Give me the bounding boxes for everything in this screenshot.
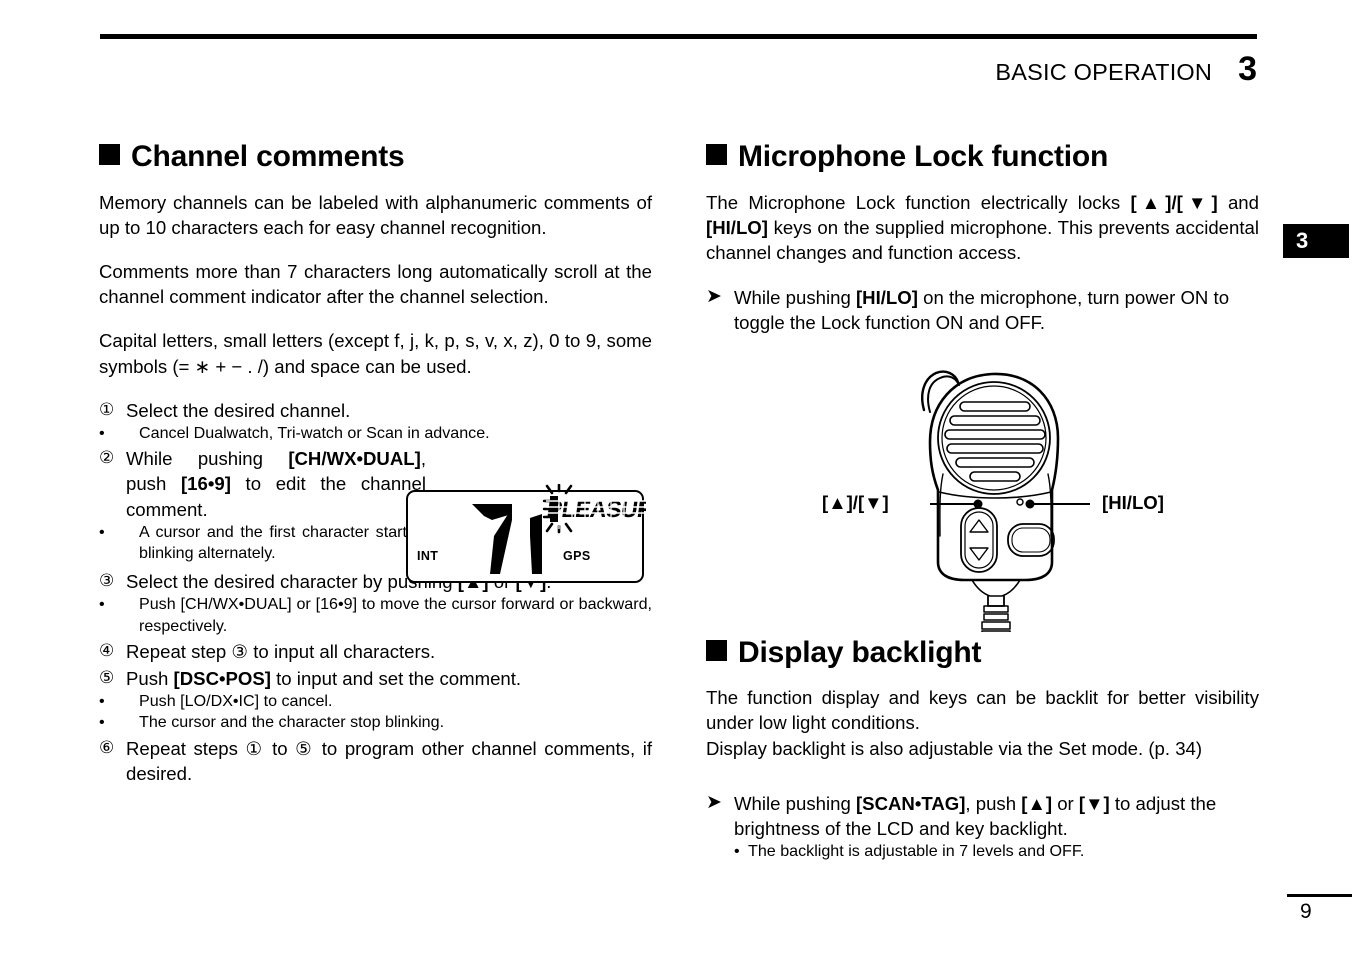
- paragraph-backlight-1: The function display and keys can be bac…: [706, 687, 1259, 734]
- header-rule: [100, 34, 1257, 39]
- step-1-number: ①: [99, 399, 115, 419]
- microphone-figure: [▲]/[▼] [HI/LO]: [812, 366, 1212, 639]
- section-heading-microphone-lock: Microphone Lock function: [706, 140, 1259, 174]
- instruction-mic-lock: ➤ While pushing [HI/LO] on the microphone…: [706, 285, 1259, 335]
- lcd-label-gps: GPS: [563, 549, 591, 563]
- mic-lock-text-c: keys on the supplied microphone. This pr…: [706, 216, 1259, 263]
- mic-lock-key-updown: [▲]/[▼]: [1130, 191, 1218, 213]
- square-bullet-icon: [99, 144, 120, 165]
- instruction-mic-lock-text-a: While pushing: [734, 287, 856, 309]
- instruction-backlight-bullet: • The backlight is adjustable in 7 levels…: [706, 841, 1259, 862]
- paragraph-scroll-comments: Comments more than 7 characters long aut…: [99, 260, 652, 308]
- step-2-text-a: While pushing: [126, 448, 289, 470]
- step-4: ④ Repeat step ③ to input all characters.: [99, 639, 652, 664]
- step-5-bullet-1-text: Push [LO/DX•IC] to cancel.: [139, 692, 333, 711]
- step-5-bullet-2: • The cursor and the character stop blink…: [99, 712, 652, 733]
- step-3-bullet-1: • Push [CH/WX•DUAL] or [16•9] to move the…: [99, 594, 652, 636]
- callout-dot-hilo: [1025, 499, 1035, 509]
- square-bullet-icon: [706, 144, 727, 165]
- arrow-icon: ➤: [706, 791, 722, 813]
- lcd-channel-comment: PLEASUR: [546, 495, 646, 529]
- section-heading-display-backlight: Display backlight: [706, 636, 1259, 670]
- mic-lock-text-b: and: [1217, 191, 1259, 213]
- instruction-backlight-text-b: , push: [965, 792, 1022, 814]
- step-4-number: ④: [99, 640, 115, 660]
- paragraph-backlight-2: Display backlight is also adjustable via…: [706, 737, 1203, 759]
- section-heading-channel-comments: Channel comments: [99, 140, 652, 174]
- chapter-side-tab: 3: [1283, 224, 1349, 258]
- bullet-dot-icon: •: [99, 522, 105, 541]
- instruction-backlight-text-c: or: [1052, 792, 1079, 814]
- step-2-key-chwx-dual: [CH/WX•DUAL]: [288, 448, 421, 470]
- instruction-backlight-key-scan-tag: [SCAN•TAG]: [855, 792, 966, 814]
- step-5-bullet-1: • Push [LO/DX•IC] to cancel.: [99, 691, 652, 712]
- instruction-backlight: ➤ While pushing [SCAN•TAG], push [▲] or […: [706, 791, 1259, 841]
- step-3-number: ③: [99, 571, 115, 591]
- mic-lock-text-a: The Microphone Lock function electricall…: [706, 191, 1131, 213]
- step-1: ① Select the desired channel.: [99, 398, 652, 423]
- paragraph-mic-lock-description: The Microphone Lock function electricall…: [706, 190, 1259, 266]
- bullet-dot-icon: •: [734, 842, 740, 861]
- step-1-text: Select the desired channel.: [126, 399, 351, 421]
- section-heading-text: Microphone Lock function: [738, 140, 1109, 173]
- header-title: BASIC OPERATION: [995, 59, 1213, 85]
- step-1-bullet-1: • Cancel Dualwatch, Tri-watch or Scan in …: [99, 423, 652, 444]
- instruction-backlight-bullet-text: The backlight is adjustable in 7 levels …: [748, 842, 1085, 861]
- paragraph-memory-channels: Memory channels can be labeled with alph…: [99, 191, 652, 238]
- bullet-dot-icon: •: [99, 692, 105, 711]
- bullet-dot-icon: •: [99, 713, 105, 732]
- left-column: Channel comments Memory channels can be …: [99, 140, 652, 786]
- procedure-list: ① Select the desired channel. • Cancel Du…: [99, 398, 652, 786]
- instruction-backlight-key-up: [▲]: [1021, 792, 1053, 814]
- lcd-comment-text: PLEASUR: [546, 496, 646, 522]
- mic-figure-label-updown: [▲]/[▼]: [822, 492, 889, 513]
- step-5-text-b: to input and set the comment.: [270, 668, 522, 690]
- bullet-dot-icon: •: [99, 595, 105, 614]
- section-heading-text: Display backlight: [738, 635, 982, 669]
- step-5-key-dsc-pos: [DSC•POS]: [173, 668, 271, 690]
- lcd-display-figure: INT GPS PLEASUR: [406, 484, 646, 583]
- instruction-mic-lock-key: [HI/LO]: [855, 287, 918, 309]
- manual-page: BASIC OPERATION 3 3 Channel comments Mem…: [0, 0, 1352, 954]
- step-2: ② While pushing [CH/WX•DUAL], push [16•9…: [99, 446, 426, 522]
- step-3-bullet-1-text: Push [CH/WX•DUAL] or [16•9] to move the …: [139, 595, 652, 635]
- paragraph-allowed-characters: Capital letters, small letters (except f…: [99, 330, 652, 377]
- instruction-backlight-text-a: While pushing: [734, 792, 856, 814]
- callout-dot-updown: [973, 499, 983, 509]
- step-6-number: ⑥: [99, 737, 115, 757]
- step-2-bullet-1-text: A cursor and the first character start b…: [139, 522, 407, 562]
- footer-rule: [1287, 894, 1352, 897]
- lcd-label-int: INT: [417, 549, 439, 563]
- step-5-number: ⑤: [99, 668, 115, 688]
- bullet-dot-icon: •: [99, 423, 105, 442]
- header-chapter-number: 3: [1238, 50, 1257, 88]
- step-6-text: Repeat steps ① to ⑤ to program other cha…: [126, 737, 652, 784]
- step-5-text-a: Push: [126, 668, 174, 690]
- page-number: 9: [1300, 900, 1312, 923]
- step-4-text: Repeat step ③ to input all characters.: [126, 640, 436, 662]
- page-header: BASIC OPERATION 3: [700, 52, 1257, 86]
- step-5-bullet-2-text: The cursor and the character stop blinki…: [139, 713, 445, 732]
- step-6: ⑥ Repeat steps ① to ⑤ to program other c…: [99, 736, 652, 786]
- step-2-key-16-9: [16•9]: [180, 473, 231, 495]
- step-5: ⑤ Push [DSC•POS] to input and set the co…: [99, 666, 652, 691]
- square-bullet-icon: [706, 639, 727, 661]
- mic-lock-key-hilo: [HI/LO]: [706, 216, 768, 238]
- instruction-backlight-key-down: [▼]: [1078, 792, 1110, 814]
- section-heading-text: Channel comments: [131, 140, 405, 173]
- arrow-icon: ➤: [706, 286, 722, 308]
- mic-figure-label-hilo: [HI/LO]: [1102, 492, 1164, 513]
- step-1-bullet-1-text: Cancel Dualwatch, Tri-watch or Scan in a…: [139, 423, 490, 442]
- step-2-bullet-1: • A cursor and the first character start …: [99, 522, 407, 564]
- step-2-number: ②: [99, 448, 115, 468]
